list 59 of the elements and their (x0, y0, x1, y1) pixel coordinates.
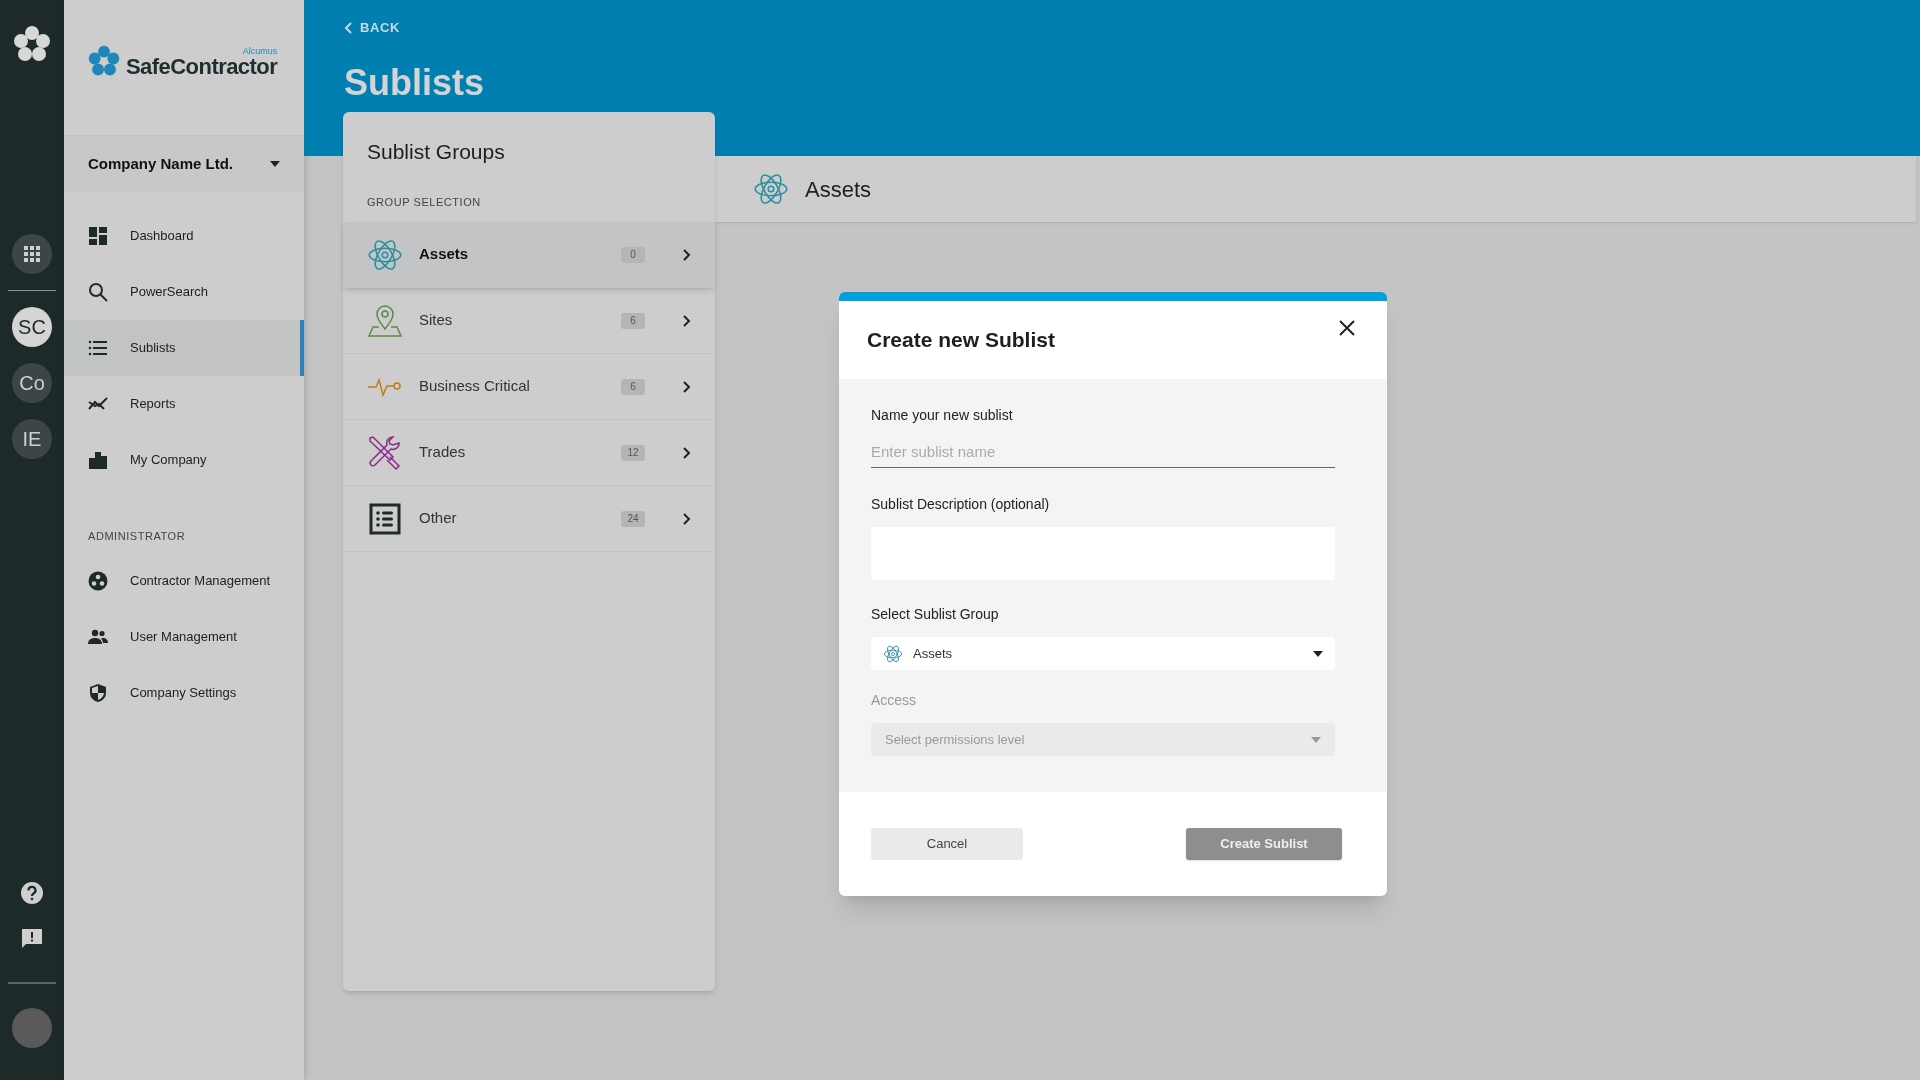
nav-item[interactable]: Company Settings (64, 664, 304, 721)
nav-item[interactable]: Dashboard (64, 208, 304, 264)
nav-item[interactable]: Contractor Management (64, 552, 304, 609)
chevron-left-icon (344, 21, 352, 34)
count-badge: 24 (621, 510, 645, 527)
account-avatar[interactable]: SC (12, 307, 52, 347)
flower-logo-icon (12, 24, 52, 64)
list-icon (88, 338, 108, 358)
account-avatar[interactable]: Co (12, 363, 52, 403)
swirl-icon (753, 171, 789, 207)
chevron-right-icon (683, 512, 691, 525)
search-icon (88, 282, 108, 302)
field-label: Access (871, 691, 918, 710)
group-item[interactable]: Assets 0 (343, 222, 715, 288)
dialog-title: Create new Sublist (867, 327, 1055, 354)
caret-icon (270, 161, 280, 167)
chevron-right-icon (683, 314, 691, 327)
feedback-icon[interactable] (21, 928, 43, 950)
nav-item[interactable]: Sublists (64, 320, 304, 376)
grid-icon (24, 246, 40, 262)
apps-grid-button[interactable] (12, 234, 52, 274)
chevron-right-icon (683, 248, 691, 261)
count-badge: 0 (621, 246, 645, 263)
field-label: Sublist Description (optional) (871, 495, 1051, 514)
field-label: Name your new sublist (871, 406, 1014, 425)
company-selector[interactable]: Company Name Ltd. (64, 136, 304, 192)
group-item[interactable]: Other 24 (343, 486, 715, 552)
shield-icon (88, 682, 108, 703)
dashboard-icon (88, 226, 108, 246)
count-badge: 12 (621, 444, 645, 461)
chevron-right-icon (683, 380, 691, 393)
nav-item[interactable]: My Company (64, 432, 304, 488)
help-icon[interactable] (21, 882, 43, 904)
group-item[interactable]: Trades 12 (343, 420, 715, 486)
cancel-button[interactable]: Cancel (871, 828, 1023, 860)
brand-tagline: Alcumus (242, 47, 278, 56)
nav-item[interactable]: User Management (64, 608, 304, 665)
section-title: Assets (805, 175, 872, 204)
count-badge: 6 (621, 312, 645, 329)
nav-item[interactable]: Reports (64, 376, 304, 432)
page-title: Sublists (344, 60, 486, 105)
chevron-right-icon (683, 446, 691, 459)
name-input-field[interactable]: Enter sublist name (871, 436, 1335, 468)
field-label: Select Sublist Group (871, 605, 1000, 624)
count-badge: 6 (621, 378, 645, 395)
brand-name: SafeContractor (126, 56, 278, 78)
swirl-icon (883, 643, 903, 664)
panel-title: Sublist Groups (366, 139, 506, 165)
flower-logo-icon (86, 44, 122, 78)
section-heading: ADMINISTRATOR (87, 529, 187, 544)
section-label: GROUP SELECTION (366, 194, 482, 210)
group-dropdown[interactable]: Assets (871, 637, 1335, 670)
nav-item[interactable]: PowerSearch (64, 264, 304, 320)
group-item[interactable]: Sites 6 (343, 288, 715, 354)
account-avatar[interactable]: IE (12, 419, 52, 459)
group-circle-icon (88, 570, 108, 591)
caret-icon (1311, 736, 1321, 743)
group-item[interactable]: Business Critical 6 (343, 354, 715, 420)
caret-icon (1313, 650, 1323, 657)
